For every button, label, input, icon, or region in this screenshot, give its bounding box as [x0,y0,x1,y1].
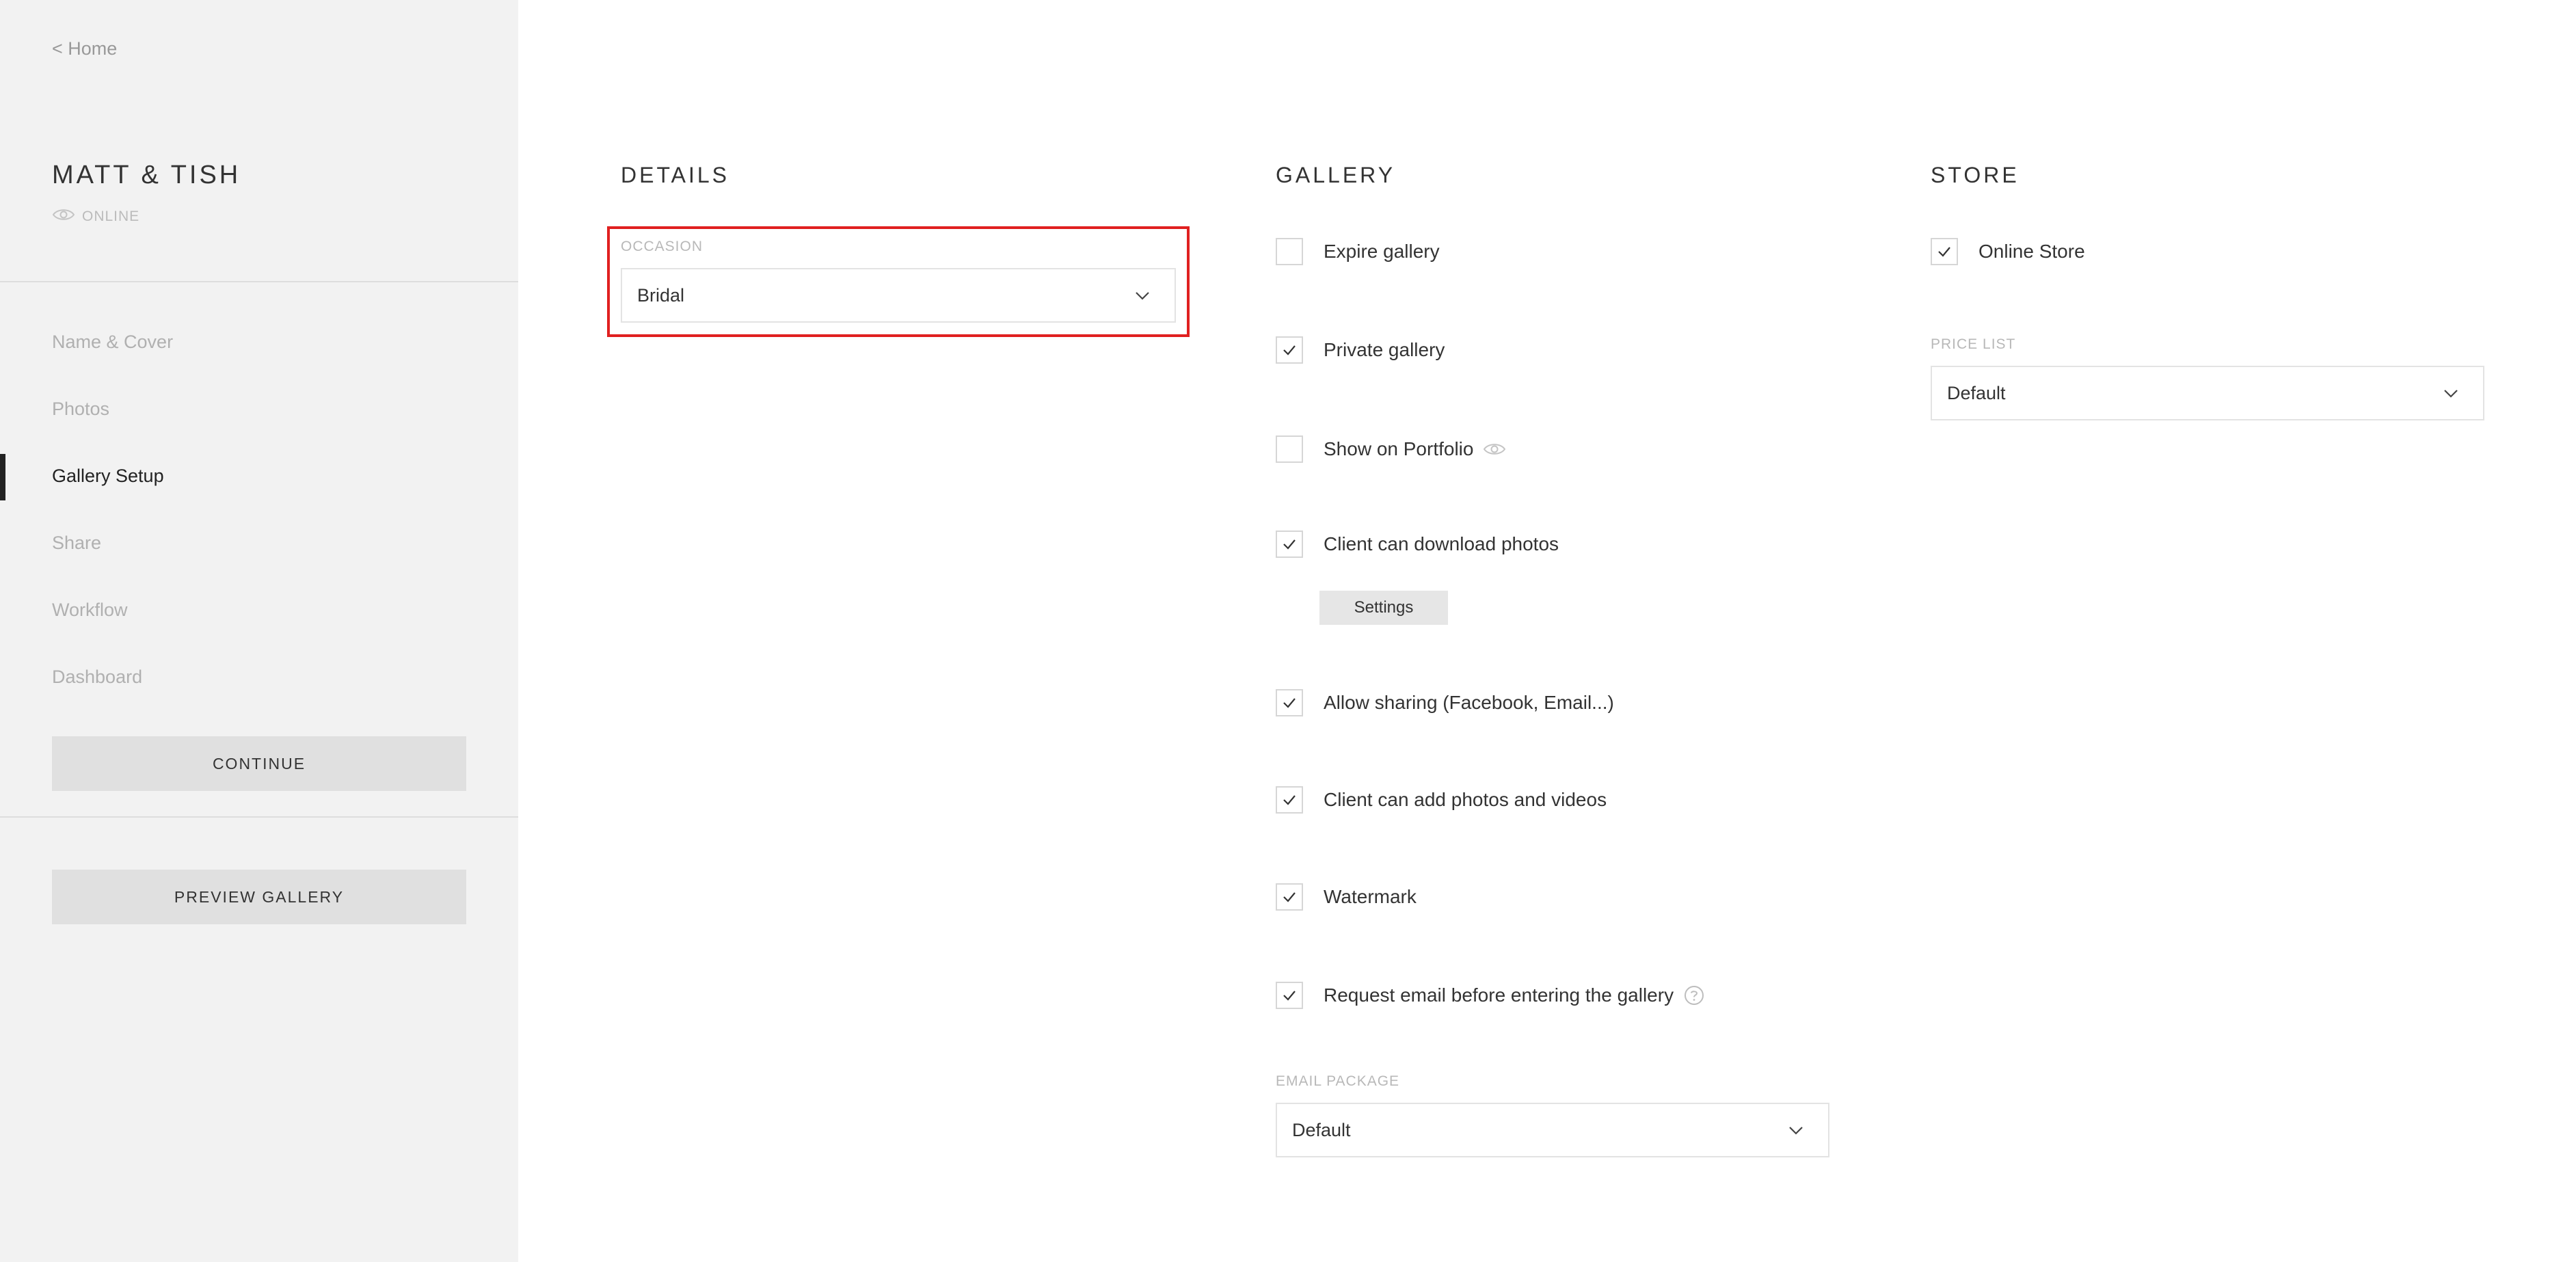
checkmark-icon [1283,892,1296,902]
occasion-select[interactable]: Bridal [621,268,1176,323]
preview-gallery-button[interactable]: PREVIEW GALLERY [52,870,466,924]
sidebar-divider [0,816,518,818]
nav-item-name-cover[interactable]: Name & Cover [52,332,173,353]
sidebar-divider [0,281,518,282]
continue-button[interactable]: CONTINUE [52,736,466,791]
online-store-checkbox[interactable] [1931,238,1958,265]
client-download-checkbox[interactable] [1276,531,1303,558]
private-gallery-checkbox[interactable] [1276,336,1303,364]
help-icon[interactable] [1683,984,1705,1006]
allow-sharing-option[interactable]: Allow sharing (Facebook, Email...) [1276,689,1614,716]
price-list-value: Default [1947,382,2006,403]
nav-active-indicator [0,454,5,500]
chevron-down-icon [1133,287,1151,310]
eye-icon [1483,442,1506,457]
download-settings-button[interactable]: Settings [1319,591,1448,625]
request-email-option[interactable]: Request email before entering the galler… [1276,982,1705,1009]
allow-sharing-label: Allow sharing (Facebook, Email...) [1324,692,1614,713]
email-package-select[interactable]: Default [1276,1103,1829,1157]
price-list-label: PRICE LIST [1931,336,2016,352]
watermark-option[interactable]: Watermark [1276,883,1417,911]
status-text: ONLINE [82,208,140,224]
expire-gallery-checkbox[interactable] [1276,238,1303,265]
email-package-value: Default [1292,1119,1351,1140]
details-heading: DETAILS [621,163,729,187]
show-on-portfolio-label: Show on Portfolio [1324,438,1474,459]
private-gallery-option[interactable]: Private gallery [1276,336,1445,364]
online-store-option[interactable]: Online Store [1931,238,2085,265]
expire-gallery-label: Expire gallery [1324,241,1440,262]
private-gallery-label: Private gallery [1324,339,1445,360]
client-download-label: Client can download photos [1324,533,1559,554]
nav-item-photos[interactable]: Photos [52,399,109,420]
gallery-status: ONLINE [52,207,139,226]
online-store-label: Online Store [1978,241,2085,262]
nav-item-share[interactable]: Share [52,533,101,554]
gallery-heading: GALLERY [1276,163,1396,187]
store-heading: STORE [1931,163,2020,187]
client-add-photos-option[interactable]: Client can add photos and videos [1276,786,1607,814]
occasion-label: OCCASION [621,239,703,254]
show-on-portfolio-checkbox[interactable] [1276,435,1303,463]
price-list-select[interactable]: Default [1931,366,2484,420]
checkmark-icon [1283,991,1296,1001]
checkmark-icon [1283,345,1296,355]
checkmark-icon [1283,539,1296,550]
email-package-label: EMAIL PACKAGE [1276,1073,1400,1089]
occasion-value: Bridal [637,284,685,306]
expire-gallery-option[interactable]: Expire gallery [1276,238,1440,265]
request-email-checkbox[interactable] [1276,982,1303,1009]
gallery-title: MATT & TISH [52,161,241,189]
client-add-photos-checkbox[interactable] [1276,786,1303,814]
nav-item-gallery-setup[interactable]: Gallery Setup [52,466,164,487]
eye-icon [52,207,75,226]
chevron-down-icon [2442,385,2460,407]
watermark-checkbox[interactable] [1276,883,1303,911]
nav-item-workflow[interactable]: Workflow [52,600,128,621]
watermark-label: Watermark [1324,886,1417,907]
request-email-label: Request email before entering the galler… [1324,984,1674,1006]
chevron-down-icon [1787,1122,1805,1144]
home-link[interactable]: < Home [52,38,117,59]
checkmark-icon [1283,795,1296,805]
checkmark-icon [1938,247,1950,257]
sidebar: < Home MATT & TISH ONLINE Name & Cover P… [0,0,518,1262]
show-on-portfolio-option[interactable]: Show on Portfolio [1276,435,1506,463]
checkmark-icon [1283,698,1296,708]
client-download-option[interactable]: Client can download photos [1276,531,1559,558]
allow-sharing-checkbox[interactable] [1276,689,1303,716]
client-add-photos-label: Client can add photos and videos [1324,789,1607,810]
nav-item-dashboard[interactable]: Dashboard [52,667,142,688]
